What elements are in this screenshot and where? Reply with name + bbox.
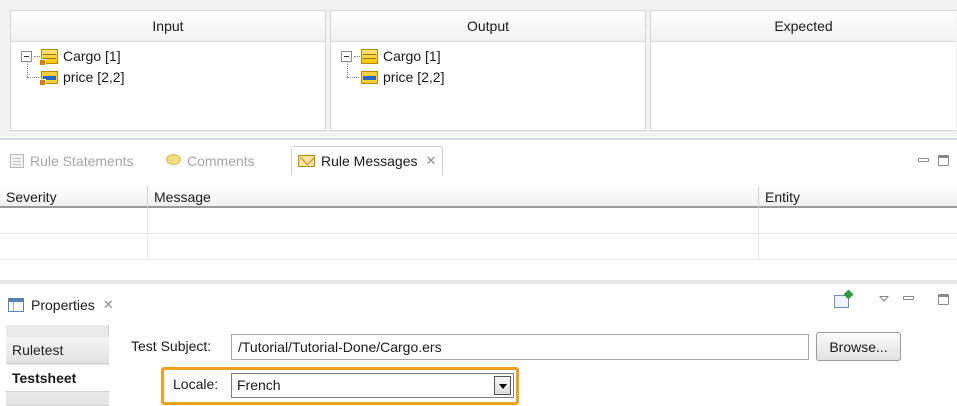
test-subject-label: Test Subject: (131, 338, 212, 354)
tree-node-label: price [2,2] (383, 69, 445, 85)
tab-label: Rule Statements (30, 152, 134, 169)
column-header-entity[interactable]: Entity (759, 186, 957, 208)
tree-node-label: Cargo [1] (383, 48, 441, 64)
tab-label: Comments (187, 152, 255, 169)
locale-label: Locale: (173, 376, 219, 392)
tab-properties[interactable]: Properties ✕ (8, 292, 114, 318)
test-subject-input[interactable] (231, 334, 809, 360)
rule-messages-view: Rule Statements Comments Rule Messages ✕… (0, 136, 957, 280)
tree-node-label: Cargo [1] (63, 48, 121, 64)
browse-button[interactable]: Browse... (816, 332, 901, 361)
side-tab-testsheet[interactable]: Testsheet (6, 365, 110, 392)
view-tab-bar: Rule Statements Comments Rule Messages ✕ (0, 146, 957, 175)
tab-comments[interactable]: Comments (166, 146, 255, 175)
close-icon[interactable]: ✕ (426, 153, 437, 169)
properties-icon (8, 298, 24, 312)
expected-tree[interactable] (651, 42, 956, 130)
output-column-header: Output (331, 11, 645, 42)
output-column: Output Cargo [1] price [2,2] (330, 10, 646, 131)
pin-editor-icon[interactable] (834, 295, 849, 308)
input-column: Input Cargo [1] price [2,2] (10, 10, 326, 131)
input-tree: Cargo [1] price [2,2] (11, 42, 325, 130)
table-row[interactable] (0, 208, 957, 234)
tree-node-price[interactable]: price [2,2] (39, 67, 125, 87)
document-icon (10, 153, 24, 168)
tab-rule-statements[interactable]: Rule Statements (10, 146, 134, 175)
locale-selected-value: French (237, 377, 281, 393)
view-menu-icon[interactable] (879, 296, 889, 302)
mail-icon (298, 155, 315, 167)
tree-node-label: price [2,2] (63, 69, 125, 85)
messages-table-header: Severity Message Entity (0, 186, 957, 208)
tree-node-price[interactable]: price [2,2] (361, 67, 444, 87)
maximize-icon[interactable] (938, 294, 949, 305)
entity-icon (39, 48, 58, 66)
side-tab-ruletest[interactable]: Ruletest (6, 337, 109, 364)
output-tree: Cargo [1] price [2,2] (331, 42, 645, 130)
column-header-message[interactable]: Message (148, 186, 759, 208)
dropdown-arrow-icon[interactable] (494, 376, 511, 395)
tree-node-cargo[interactable]: Cargo [1] (21, 46, 121, 66)
table-row[interactable] (0, 234, 957, 260)
side-tab-more[interactable] (6, 393, 109, 406)
properties-side-tabs: Ruletest Testsheet (6, 325, 110, 406)
test-table-panel: Input Cargo [1] price [2,2] Output Cargo… (0, 0, 957, 136)
input-column-header: Input (11, 11, 325, 42)
tree-node-cargo[interactable]: Cargo [1] (341, 46, 441, 66)
entity-icon (361, 48, 378, 64)
expected-column: Expected (650, 10, 956, 131)
tab-rule-messages[interactable]: Rule Messages ✕ (291, 146, 444, 175)
minimize-icon[interactable] (918, 158, 929, 162)
locale-select[interactable]: French (231, 373, 514, 398)
collapse-icon[interactable] (21, 50, 32, 62)
collapse-icon[interactable] (341, 50, 352, 62)
tab-label: Properties (31, 297, 95, 313)
minimize-icon[interactable] (903, 296, 914, 300)
close-icon[interactable]: ✕ (103, 297, 114, 313)
properties-view: Properties ✕ Ruletest Testsheet Test Sub… (0, 280, 957, 406)
attribute-icon (39, 70, 58, 86)
messages-table: Severity Message Entity (0, 186, 957, 260)
column-header-severity[interactable]: Severity (0, 186, 148, 208)
maximize-icon[interactable] (938, 155, 949, 166)
attribute-icon (361, 70, 378, 84)
comment-icon (166, 154, 181, 165)
expected-column-header: Expected (651, 11, 956, 42)
tab-label: Rule Messages (321, 153, 418, 169)
